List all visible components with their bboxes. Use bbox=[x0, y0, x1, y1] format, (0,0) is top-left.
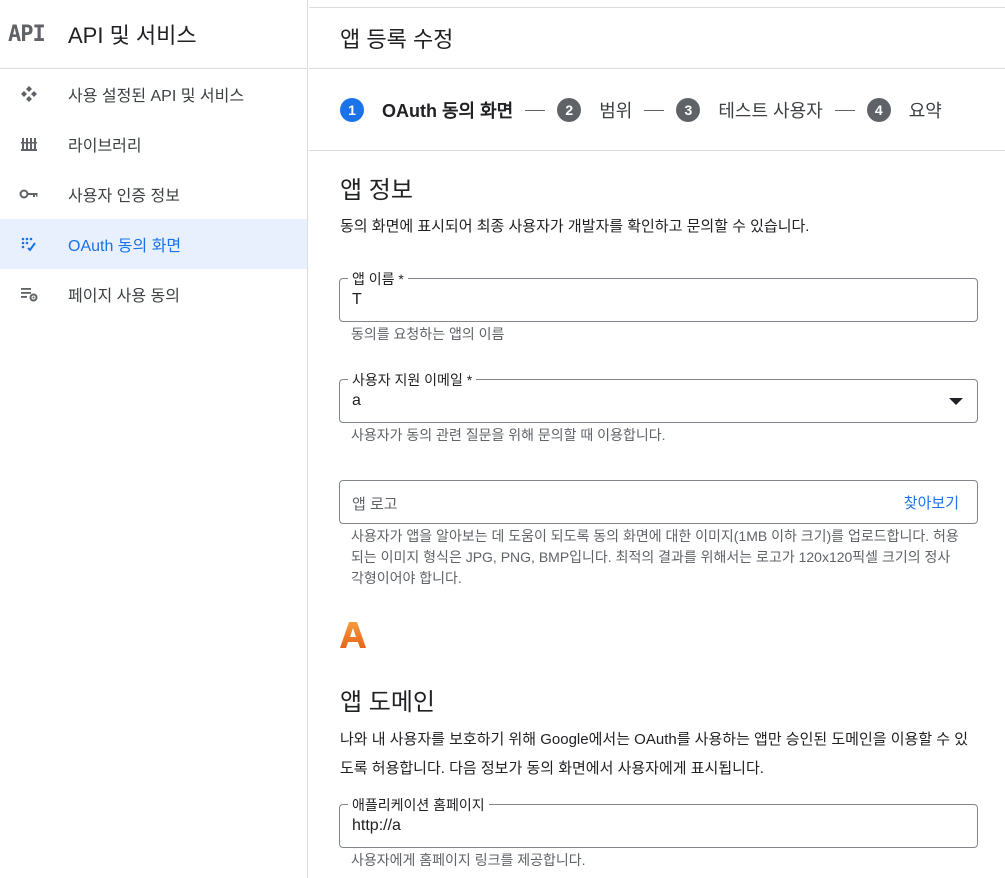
sidebar-item-label: 사용자 인증 정보 bbox=[68, 188, 180, 205]
page-settings-icon bbox=[18, 283, 40, 305]
stepper-divider bbox=[309, 150, 1005, 151]
app-name-hint: 동의를 요청하는 앱의 이름 bbox=[351, 326, 505, 342]
app-name-field[interactable]: 앱 이름 * T bbox=[339, 269, 978, 322]
sidebar-item-enabled-apis[interactable]: 사용 설정된 API 및 서비스 bbox=[0, 69, 307, 119]
library-icon bbox=[18, 133, 40, 155]
step-number: 1 bbox=[340, 98, 364, 122]
step-separator bbox=[644, 109, 665, 111]
app-logo-field[interactable]: 앱 로고 찾아보기 bbox=[339, 480, 978, 524]
app-domain-title: 앱 도메인 bbox=[340, 689, 435, 716]
support-email-label: 사용자 지원 이메일 * bbox=[348, 370, 477, 390]
sidebar-item-oauth-consent[interactable]: OAuth 동의 화면 bbox=[0, 219, 307, 269]
step-label: 요약 bbox=[908, 101, 942, 121]
sidebar: API API 및 서비스 사용 설정된 API 및 서비스 라이브러리 사용자… bbox=[0, 0, 308, 878]
api-services-icon bbox=[18, 83, 40, 105]
sidebar-item-library[interactable]: 라이브러리 bbox=[0, 119, 307, 169]
app-logo-hint: 사용자가 앱을 알아보는 데 도움이 되도록 동의 화면에 대한 이미지(1MB… bbox=[351, 528, 959, 586]
consent-screen-icon bbox=[18, 233, 40, 255]
browse-button[interactable]: 찾아보기 bbox=[904, 492, 959, 513]
app-name-value: T bbox=[352, 291, 362, 308]
step-oauth-consent[interactable]: 1 OAuth 동의 화면 bbox=[340, 97, 513, 123]
stepper: 1 OAuth 동의 화면 2 범위 3 테스트 사용자 4 요약 bbox=[340, 96, 942, 124]
step-number: 3 bbox=[676, 98, 701, 122]
step-separator bbox=[525, 109, 546, 111]
step-label: 테스트 사용자 bbox=[718, 101, 823, 121]
step-number: 2 bbox=[557, 98, 582, 122]
step-number: 4 bbox=[866, 98, 891, 122]
sidebar-nav: 사용 설정된 API 및 서비스 라이브러리 사용자 인증 정보 OAuth 동… bbox=[0, 69, 307, 319]
app-info-title: 앱 정보 bbox=[340, 177, 413, 204]
app-logo-a-icon bbox=[340, 622, 366, 648]
step-label: 범위 bbox=[599, 101, 633, 121]
top-divider bbox=[309, 0, 1005, 8]
support-email-value: a bbox=[352, 392, 361, 409]
step-scopes[interactable]: 2 범위 bbox=[557, 97, 632, 123]
sidebar-header: API API 및 서비스 bbox=[0, 0, 307, 69]
app-homepage-field[interactable]: 애플리케이션 홈페이지 http://a bbox=[339, 795, 978, 848]
app-homepage-label: 애플리케이션 홈페이지 bbox=[348, 795, 489, 815]
main-content: 앱 등록 수정 1 OAuth 동의 화면 2 범위 3 테스트 사용자 4 요… bbox=[309, 0, 1005, 878]
app-logo-placeholder: 앱 로고 bbox=[352, 496, 398, 513]
app-name-label: 앱 이름 * bbox=[348, 269, 408, 289]
sidebar-item-label: 페이지 사용 동의 bbox=[68, 288, 180, 305]
sidebar-item-label: OAuth 동의 화면 bbox=[68, 238, 182, 255]
app-homepage-value: http://a bbox=[352, 817, 401, 834]
step-separator bbox=[834, 109, 855, 111]
app-homepage-hint: 사용자에게 홈페이지 링크를 제공합니다. bbox=[351, 852, 586, 868]
sidebar-title[interactable]: API 및 서비스 bbox=[68, 18, 197, 50]
sidebar-item-credentials[interactable]: 사용자 인증 정보 bbox=[0, 169, 307, 219]
step-summary[interactable]: 4 요약 bbox=[866, 97, 942, 123]
key-icon bbox=[18, 183, 40, 205]
sidebar-item-label: 라이브러리 bbox=[68, 138, 142, 155]
step-label: OAuth 동의 화면 bbox=[382, 101, 514, 121]
sidebar-item-page-usage[interactable]: 페이지 사용 동의 bbox=[0, 269, 307, 319]
support-email-select[interactable]: 사용자 지원 이메일 * a bbox=[339, 370, 978, 423]
page-title: 앱 등록 수정 bbox=[340, 27, 454, 52]
dropdown-arrow-icon[interactable] bbox=[949, 398, 963, 405]
api-logo: API bbox=[8, 21, 46, 47]
sidebar-item-label: 사용 설정된 API 및 서비스 bbox=[68, 88, 245, 105]
app-domain-description: 나와 내 사용자를 보호하기 위해 Google에서는 OAuth를 사용하는 … bbox=[340, 731, 969, 777]
step-test-users[interactable]: 3 테스트 사용자 bbox=[676, 97, 823, 123]
support-email-hint: 사용자가 동의 관련 질문을 위해 문의할 때 이용합니다. bbox=[351, 427, 666, 443]
app-info-description: 동의 화면에 표시되어 최종 사용자가 개발자를 확인하고 문의할 수 있습니다… bbox=[340, 218, 810, 235]
header-divider bbox=[309, 68, 1005, 69]
